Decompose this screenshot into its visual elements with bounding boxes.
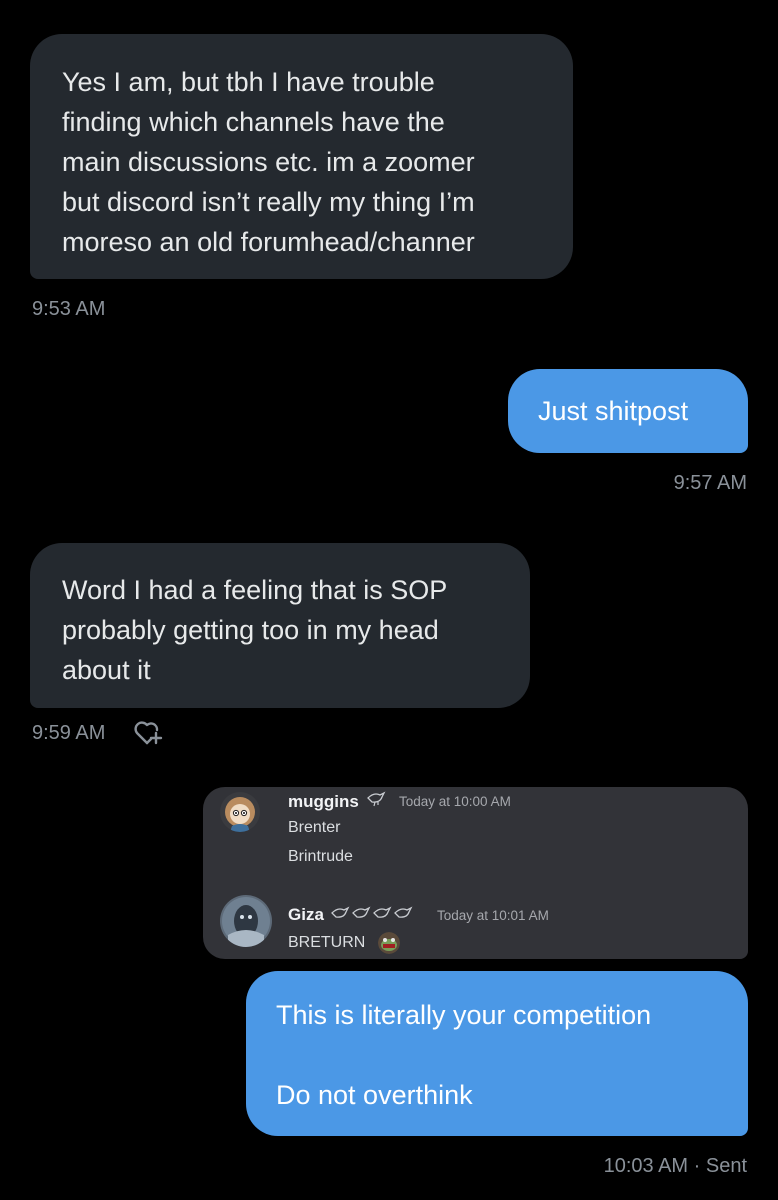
bird-icon — [366, 789, 386, 812]
received-message-bubble[interactable]: Yes I am, but tbh I have trouble finding… — [30, 34, 573, 279]
discord-message-text: Brintrude — [288, 848, 353, 865]
message-text-line: Word I had a feeling that is SOP — [62, 575, 448, 605]
message-timestamp: 10:03 AM · Sent — [603, 1155, 747, 1177]
message-text-line: This is literally your competition — [276, 1000, 652, 1030]
muggins-avatar — [220, 792, 260, 832]
message-text-line: Yes I am, but tbh I have trouble — [62, 67, 435, 97]
heart-plus-icon[interactable] — [132, 718, 164, 748]
message-text-line: finding which channels have the — [62, 107, 445, 137]
message-timestamp: 9:57 AM — [673, 472, 747, 494]
message-timestamp: 9:53 AM — [32, 298, 106, 320]
message-text-line — [276, 1035, 748, 1075]
discord-screenshot-image[interactable]: muggins Today at 10:00 AM Brenter Brintr… — [203, 787, 748, 959]
giza-avatar — [220, 895, 272, 947]
bird-icon — [372, 904, 392, 927]
discord-message-text: BRETURN — [288, 934, 366, 951]
message-text-line: Just shitpost — [538, 396, 689, 426]
bird-icon — [393, 904, 413, 927]
discord-timestamp: Today at 10:01 AM — [437, 908, 549, 923]
discord-username: Giza — [288, 905, 324, 924]
message-text-line: probably getting too in my head — [62, 615, 439, 645]
message-text-line: main discussions etc. im a zoomer — [62, 147, 475, 177]
received-message-bubble[interactable]: Word I had a feeling that is SOP probabl… — [30, 543, 530, 708]
message-timestamp: 9:59 AM — [32, 722, 106, 744]
discord-timestamp: Today at 10:00 AM — [399, 794, 511, 809]
sent-message-bubble[interactable]: This is literally your competition Do no… — [246, 971, 748, 1136]
message-text-line: Do not overthink — [276, 1080, 473, 1110]
discord-username: muggins — [288, 792, 359, 811]
bird-icon — [351, 904, 371, 927]
discord-message-text: Brenter — [288, 819, 341, 836]
bird-icon — [330, 904, 350, 927]
message-text-line: but discord isn’t really my thing I’m — [62, 187, 475, 217]
message-text-line: about it — [62, 655, 151, 685]
sent-message-bubble[interactable]: Just shitpost — [508, 369, 748, 453]
frog-emote-icon — [378, 932, 400, 954]
message-text-line: moreso an old forumhead/channer — [62, 227, 475, 257]
